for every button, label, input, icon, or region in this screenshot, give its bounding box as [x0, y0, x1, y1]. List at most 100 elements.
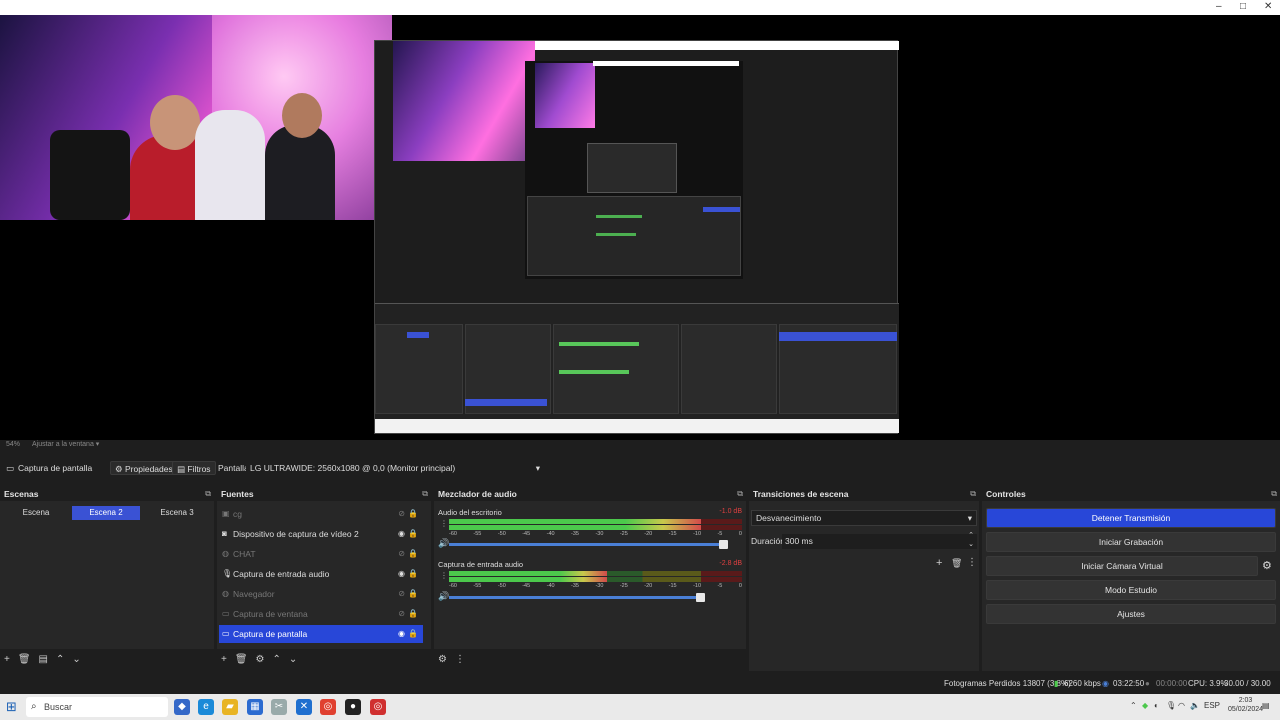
- maximize-button[interactable]: □: [1240, 1, 1246, 13]
- lock-icon[interactable]: 🔒: [408, 565, 418, 583]
- source-item[interactable]: ▣ cg ⊘ 🔒: [219, 505, 423, 523]
- tray-chevron-icon[interactable]: ⌃: [1130, 701, 1137, 710]
- filters-button[interactable]: ▤ Filtros: [172, 461, 216, 475]
- undock-icon[interactable]: ⧉: [1271, 487, 1277, 501]
- scene-button[interactable]: Escena 3: [143, 506, 211, 520]
- undock-icon[interactable]: ⧉: [422, 487, 428, 501]
- tray-app-icon[interactable]: ◐: [1154, 701, 1159, 710]
- app-icon-edge[interactable]: e: [198, 699, 214, 715]
- scene-button-active[interactable]: Escena 2: [72, 506, 140, 520]
- fit-to-window[interactable]: Ajustar a la ventana: [32, 441, 94, 448]
- app-icon-chat[interactable]: ◆: [174, 699, 190, 715]
- more-icon[interactable]: ⋮: [440, 519, 448, 528]
- chrome-icon[interactable]: ◎: [320, 699, 336, 715]
- volume-icon[interactable]: 🔈: [1190, 701, 1200, 710]
- eye-hidden-icon[interactable]: ⊘: [398, 605, 405, 623]
- studio-mode-button[interactable]: Modo Estudio: [986, 580, 1276, 600]
- lock-icon[interactable]: 🔒: [408, 525, 418, 543]
- gear-icon[interactable]: ⚙: [256, 654, 265, 665]
- eye-hidden-icon[interactable]: ⊘: [398, 505, 405, 523]
- source-item[interactable]: ▭ Captura de ventana ⊘ 🔒: [219, 605, 423, 623]
- eye-icon[interactable]: ◉: [398, 565, 405, 583]
- windows-start-icon[interactable]: ⊞: [6, 699, 17, 715]
- volume-knob[interactable]: [695, 593, 705, 602]
- stop-stream-button[interactable]: Detener Transmisión: [986, 508, 1276, 528]
- eye-hidden-icon[interactable]: ⊘: [398, 545, 405, 563]
- source-item-selected[interactable]: ▭ Captura de pantalla ◉ 🔒: [219, 625, 423, 643]
- spinner-icon[interactable]: ⌃ ⌄: [968, 531, 974, 549]
- duration-input[interactable]: 300 ms ⌃ ⌄: [782, 531, 977, 549]
- trash-icon[interactable]: 🗑: [18, 654, 31, 665]
- minimize-button[interactable]: –: [1216, 1, 1222, 13]
- source-item[interactable]: ◍ CHAT ⊘ 🔒: [219, 545, 423, 563]
- db-tick: -30: [595, 583, 604, 589]
- eye-icon[interactable]: ◉: [398, 625, 405, 643]
- trash-icon[interactable]: 🗑: [951, 558, 962, 569]
- add-icon[interactable]: +: [936, 557, 942, 569]
- start-recording-button[interactable]: Iniciar Grabación: [986, 532, 1276, 552]
- source-item[interactable]: ◙ Dispositivo de captura de vídeo 2 ◉ 🔒: [219, 525, 423, 543]
- chevron-down-icon[interactable]: ▾: [96, 441, 100, 448]
- undock-icon[interactable]: ⧉: [205, 487, 211, 501]
- undock-icon[interactable]: ⧉: [737, 487, 743, 501]
- more-icon[interactable]: ⋮: [967, 557, 977, 568]
- lock-icon[interactable]: 🔒: [408, 545, 418, 563]
- more-icon[interactable]: ⋮: [440, 571, 448, 580]
- gear-icon[interactable]: ⚙: [438, 654, 447, 665]
- chevron-up-icon[interactable]: ⌃: [273, 654, 281, 665]
- scene-button[interactable]: Escena: [2, 506, 70, 520]
- settings-button[interactable]: Ajustes: [986, 604, 1276, 624]
- volume-slider[interactable]: [449, 540, 729, 549]
- tray-app-icon[interactable]: ◆: [1142, 701, 1148, 710]
- clock-time: 2:03: [1238, 697, 1253, 704]
- properties-button[interactable]: ⚙ Propiedades: [110, 461, 178, 475]
- start-virtual-cam-button[interactable]: Iniciar Cámara Virtual: [986, 556, 1258, 576]
- close-button[interactable]: ✕: [1264, 1, 1272, 13]
- obs-icon[interactable]: ●: [345, 699, 361, 715]
- volume-knob[interactable]: [719, 540, 729, 549]
- speaker-icon[interactable]: 🔊: [438, 591, 449, 602]
- gear-icon[interactable]: ⚙: [1262, 559, 1272, 572]
- wifi-icon[interactable]: ◠: [1178, 701, 1185, 710]
- display-select[interactable]: LG ULTRAWIDE: 2560x1080 @ 0,0 (Monitor p…: [246, 461, 544, 475]
- chevron-down-icon[interactable]: ⌄: [72, 654, 80, 665]
- lock-icon[interactable]: 🔒: [408, 505, 418, 523]
- transitions-title: Transiciones de escena: [753, 489, 849, 499]
- clock[interactable]: 2:03 05/02/2024: [1228, 696, 1263, 714]
- taskbar-search[interactable]: ⌕ Buscar: [26, 697, 168, 717]
- app-icon-tool[interactable]: ✂: [271, 699, 287, 715]
- windows-taskbar: ⊞ ⌕ Buscar ◆ e ▰ ▦ ✂ ✕ ◎ ● ◎ ⌃ ◆ ◐ 🎙 ◠ 🔈 …: [0, 694, 1280, 720]
- source-item[interactable]: ◍ Navegador ⊘ 🔒: [219, 585, 423, 603]
- eye-hidden-icon[interactable]: ⊘: [398, 585, 405, 603]
- zoom-level[interactable]: 54%: [6, 441, 20, 448]
- speaker-icon[interactable]: 🔊: [438, 538, 449, 549]
- record-time: 00:00:00: [1156, 679, 1188, 688]
- notification-icon[interactable]: ▤: [1262, 701, 1270, 710]
- chrome-icon[interactable]: ◎: [370, 699, 386, 715]
- microphone-icon[interactable]: 🎙: [1166, 701, 1176, 710]
- volume-slider[interactable]: [449, 593, 705, 602]
- eye-icon[interactable]: ◉: [398, 525, 405, 543]
- more-icon[interactable]: ⋮: [455, 654, 465, 665]
- lock-icon[interactable]: 🔒: [408, 605, 418, 623]
- preview-canvas[interactable]: [0, 15, 1280, 440]
- chevron-up-icon[interactable]: ⌃: [56, 654, 64, 665]
- add-icon[interactable]: +: [221, 654, 227, 665]
- lock-icon[interactable]: 🔒: [408, 585, 418, 603]
- trash-icon[interactable]: 🗑: [235, 654, 248, 665]
- filter-icon[interactable]: ▤: [39, 654, 48, 665]
- undock-icon[interactable]: ⧉: [970, 487, 976, 501]
- transition-select[interactable]: Desvanecimiento ▾: [751, 510, 977, 526]
- add-icon[interactable]: +: [4, 654, 10, 665]
- language-indicator[interactable]: ESP: [1204, 701, 1220, 710]
- folder-icon[interactable]: ▰: [222, 699, 238, 715]
- chevron-down-icon[interactable]: ⌄: [289, 654, 297, 665]
- db-tick: -15: [668, 531, 677, 537]
- vscode-icon[interactable]: ✕: [296, 699, 312, 715]
- status-bar: Fotogramas Perdidos 13807 (3.8%) ▮ 6260 …: [0, 676, 1280, 704]
- chevron-down-icon: ▾: [967, 513, 972, 523]
- channel-db: -1.0 dB: [719, 508, 742, 515]
- lock-icon[interactable]: 🔒: [408, 625, 418, 643]
- app-icon-calculator[interactable]: ▦: [247, 699, 263, 715]
- source-item[interactable]: 🎙 Captura de entrada audio ◉ 🔒: [219, 565, 423, 583]
